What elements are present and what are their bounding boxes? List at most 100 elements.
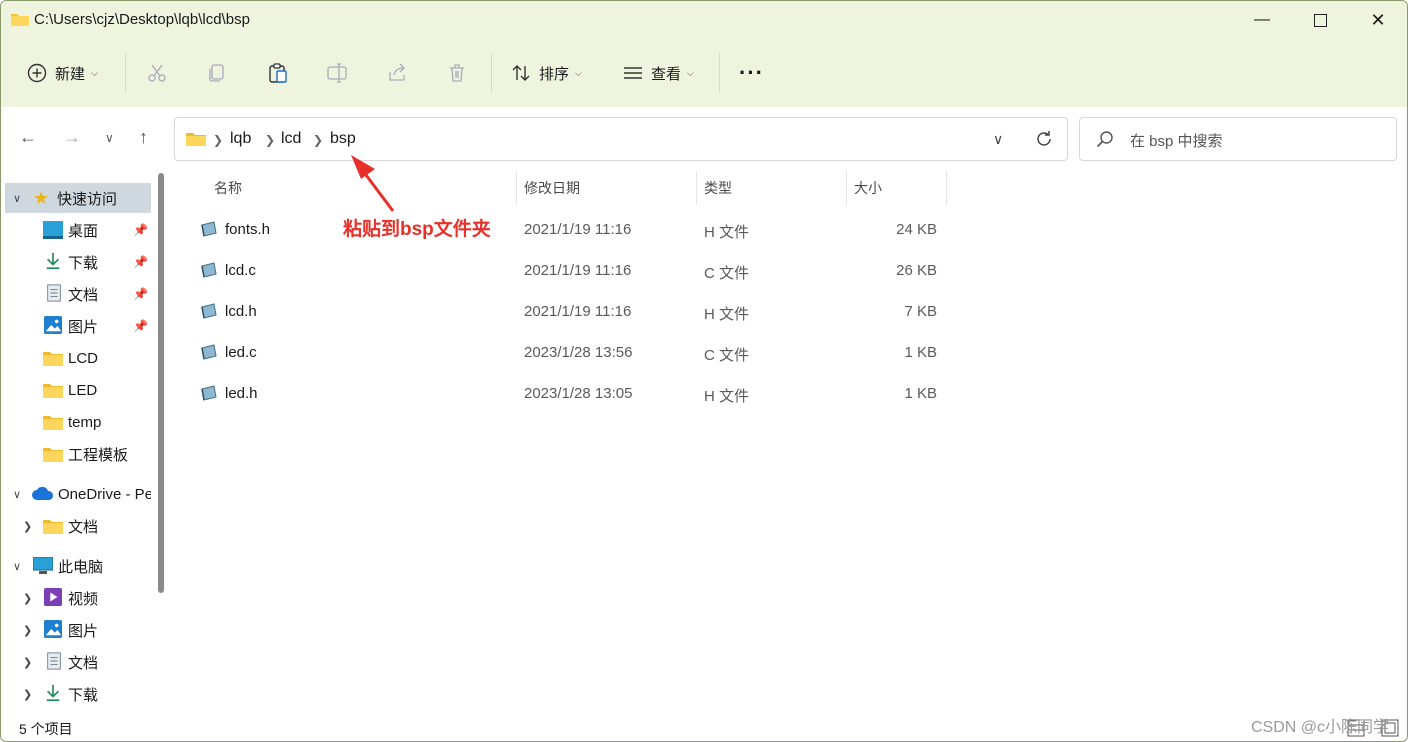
sidebar-item-label: 图片 [68, 318, 99, 336]
column-header-type[interactable]: 类型 [704, 171, 732, 205]
folder-icon [43, 384, 63, 398]
title-bar: C:\Users\cjz\Desktop\lqb\lcd\bsp — ✕ [1, 1, 1407, 39]
sidebar-item-pc-documents[interactable]: ❯ 文档 [1, 647, 153, 677]
column-header-name[interactable]: 名称 [214, 171, 242, 205]
share-button[interactable] [387, 55, 407, 91]
breadcrumb-separator-icon: ❯ [213, 133, 224, 147]
file-type: H 文件 [704, 224, 750, 241]
rename-icon [327, 63, 347, 83]
breadcrumb-lqb[interactable]: lqb [230, 130, 251, 148]
sidebar-item-pc-downloads[interactable]: ❯ 下载 [1, 679, 153, 709]
sort-label: 排序 [539, 65, 570, 83]
item-count: 5 个项目 [19, 721, 73, 737]
refresh-icon[interactable] [1034, 129, 1054, 149]
sidebar-item-pc-pictures[interactable]: ❯ 图片 [1, 615, 153, 645]
chevron-down-icon: ∨ [13, 192, 22, 205]
sidebar-item-onedrive[interactable]: ∨ OneDrive - Pe [1, 479, 153, 509]
command-bar: 新建 ⌵ 排序 ⌵ 查看 ⌵ ··· [1, 45, 1407, 101]
paste-button[interactable] [267, 55, 289, 91]
file-name: fonts.h [225, 221, 271, 238]
table-row[interactable]: lcd.h 2021/1/19 11:16 H 文件 7 KB [194, 293, 954, 333]
sidebar-item-label: 桌面 [68, 222, 99, 240]
view-button[interactable]: 查看 ⌵ [623, 55, 694, 91]
column-divider[interactable] [696, 171, 697, 205]
view-list-icon [624, 67, 642, 79]
close-icon: ✕ [1370, 9, 1386, 30]
address-history-chevron-icon[interactable]: ∨ [993, 131, 1003, 148]
close-button[interactable]: ✕ [1349, 1, 1407, 39]
column-divider[interactable] [846, 171, 847, 205]
sidebar-item-pictures[interactable]: 图片 📌 [1, 311, 153, 341]
code-file-icon [201, 221, 217, 237]
column-divider[interactable] [516, 171, 517, 205]
file-type: H 文件 [704, 306, 750, 323]
window-title: C:\Users\cjz\Desktop\lqb\lcd\bsp [34, 11, 250, 28]
sidebar-item-lcd[interactable]: LCD [1, 343, 153, 373]
recent-chevron-icon[interactable]: ∨ [105, 131, 114, 145]
sidebar-item-led[interactable]: LED [1, 375, 153, 405]
sidebar-item-documents[interactable]: 文档 📌 [1, 279, 153, 309]
file-name: led.c [225, 344, 257, 361]
search-icon [1096, 131, 1113, 148]
column-header-size[interactable]: 大小 [854, 171, 882, 205]
sidebar-item-project-template[interactable]: 工程模板 [1, 439, 153, 469]
picture-icon [44, 316, 62, 334]
column-label: 类型 [704, 180, 732, 196]
cut-button[interactable] [147, 55, 167, 91]
up-arrow-icon[interactable]: ↑ [139, 127, 148, 148]
search-box[interactable]: 在 bsp 中搜索 [1079, 117, 1397, 161]
address-bar[interactable]: ❯ lqb ❯ lcd ❯ bsp ∨ [174, 117, 1068, 161]
sidebar-item-this-pc[interactable]: ∨ 此电脑 [1, 551, 153, 581]
table-row[interactable]: led.c 2023/1/28 13:56 C 文件 1 KB [194, 334, 954, 374]
annotation-text: 粘贴到bsp文件夹 [343, 219, 491, 240]
sidebar-item-temp[interactable]: temp [1, 407, 153, 437]
sidebar-item-videos[interactable]: ❯ 视频 [1, 583, 153, 613]
file-type: C 文件 [704, 265, 750, 282]
sidebar-item-onedrive-documents[interactable]: ❯ 文档 [1, 511, 153, 541]
copy-button[interactable] [207, 55, 227, 91]
document-icon [47, 652, 61, 670]
sidebar-item-label: LCD [68, 349, 99, 367]
breadcrumb-lcd[interactable]: lcd [281, 130, 301, 148]
chevron-right-icon: ❯ [23, 624, 33, 637]
more-icon: ··· [739, 60, 764, 85]
folder-icon [11, 14, 29, 26]
sidebar-scrollbar[interactable] [158, 173, 164, 593]
share-icon [389, 63, 405, 81]
chevron-right-icon: ❯ [23, 520, 33, 533]
sidebar-item-desktop[interactable]: 桌面 📌 [1, 215, 153, 245]
chevron-down-icon: ⌵ [91, 67, 98, 78]
status-bar: 5 个项目 [1, 717, 1407, 741]
desktop-icon [43, 221, 63, 239]
table-row[interactable]: lcd.c 2021/1/19 11:16 C 文件 26 KB [194, 252, 954, 292]
file-size: 26 KB [896, 262, 937, 279]
sidebar-item-label: 文档 [68, 518, 99, 536]
back-arrow-icon[interactable]: ← [19, 127, 37, 148]
forward-arrow-icon[interactable]: → [63, 127, 81, 148]
minimize-button[interactable]: — [1233, 1, 1291, 39]
folder-icon [43, 352, 63, 366]
sidebar-item-label: 此电脑 [58, 558, 104, 576]
maximize-button[interactable] [1291, 1, 1349, 39]
column-header-modified[interactable]: 修改日期 [524, 171, 580, 205]
delete-button[interactable] [447, 55, 467, 91]
more-button[interactable]: ··· [739, 55, 764, 91]
table-row[interactable]: fonts.h 2021/1/19 11:16 H 文件 24 KB [194, 211, 954, 251]
file-name: lcd.c [225, 262, 256, 279]
sort-button[interactable]: 排序 ⌵ [511, 55, 582, 91]
explorer-window: C:\Users\cjz\Desktop\lqb\lcd\bsp — ✕ 新建 … [0, 0, 1408, 742]
sidebar-item-quick-access[interactable]: ∨ ★ 快速访问 [5, 183, 151, 213]
pin-icon: 📌 [133, 223, 148, 237]
table-row[interactable]: led.h 2023/1/28 13:05 H 文件 1 KB [194, 375, 954, 415]
sidebar-item-label: LED [68, 381, 98, 399]
file-modified: 2021/1/19 11:16 [524, 303, 632, 320]
pin-icon: 📌 [133, 255, 148, 269]
column-divider[interactable] [946, 171, 947, 205]
breadcrumb-bsp[interactable]: bsp [330, 130, 356, 148]
new-button[interactable]: 新建 ⌵ [27, 55, 98, 91]
file-list: 名称 修改日期 类型 大小 fonts.h 2021/1/19 11:16 H … [174, 171, 1407, 717]
sidebar-item-downloads[interactable]: 下载 📌 [1, 247, 153, 277]
search-input[interactable]: 在 bsp 中搜索 [1130, 130, 1223, 151]
code-file-icon [201, 262, 217, 278]
rename-button[interactable] [327, 55, 349, 91]
